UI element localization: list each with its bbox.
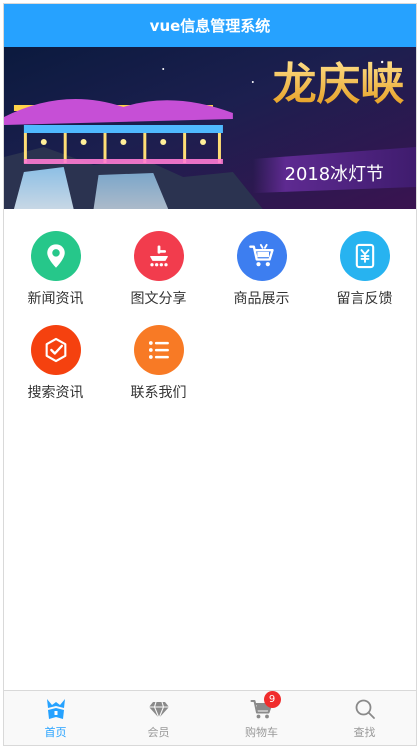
grid-item-contact[interactable]: 联系我们 [107,325,210,402]
app-frame: vue信息管理系统 龙庆峡 2018冰灯节 新闻资讯 图文分享 商品展示 留言反… [3,3,417,746]
grid-item-label: 联系我们 [130,385,187,401]
check-shield-icon [45,337,66,363]
tab-label: 首页 [44,725,67,739]
banner-title: 龙庆峡 [273,59,404,110]
page-title: vue信息管理系统 [149,17,271,35]
banner-subtitle: 2018冰灯节 [285,164,384,185]
tab-icon-wrap: 9 [250,690,281,721]
grid-icon-bg [236,231,287,281]
shopping-cart-icon [248,243,274,267]
tab-icon-wrap [353,697,377,721]
tab-label: 会员 [147,725,170,739]
grid-icon-bg [30,325,81,375]
grid-item-label: 搜索资讯 [27,385,84,401]
grid-icon-bg [30,231,81,281]
app-header: vue信息管理系统 [4,4,416,47]
banner-carousel[interactable]: 龙庆峡 2018冰灯节 [4,47,416,209]
dianping-icon [149,245,168,267]
yuan-card-icon [355,243,374,269]
grid-icon-bg [133,325,184,375]
grid-item-news[interactable]: 新闻资讯 [4,231,107,308]
grid-item-products[interactable]: 商品展示 [210,231,313,308]
grid-item-feedback[interactable]: 留言反馈 [313,231,416,308]
grid-item-label: 图文分享 [130,291,187,307]
feature-grid: 新闻资讯 图文分享 商品展示 留言反馈 搜索资讯 联系我们 [4,209,416,402]
grid-icon-bg [133,231,184,281]
grid-icon-bg [339,231,390,281]
banner-image: 龙庆峡 2018冰灯节 [4,47,416,209]
tab-member[interactable]: 会员 [107,691,210,745]
cart-badge: 9 [263,690,281,708]
search-icon [355,699,375,719]
tab-icon-wrap [147,697,171,721]
tab-label: 查找 [353,725,376,739]
grid-item-search-news[interactable]: 搜索资讯 [4,325,107,402]
tab-label: 购物车 [245,725,278,739]
grid-item-label: 新闻资讯 [27,291,84,307]
grid-item-image-share[interactable]: 图文分享 [107,231,210,308]
home-icon [46,698,65,719]
grid-item-label: 商品展示 [233,291,290,307]
tab-icon-wrap [44,697,68,721]
tab-cart[interactable]: 9 购物车 [210,690,313,745]
bottom-tabbar: 首页 会员 9 购物车 查找 [4,690,416,745]
list-icon [148,341,169,359]
location-pin-icon [46,244,65,268]
grid-item-label: 留言反馈 [336,291,393,307]
tab-home[interactable]: 首页 [4,691,107,745]
vip-diamond-icon [148,701,169,719]
tab-search[interactable]: 查找 [313,691,416,745]
